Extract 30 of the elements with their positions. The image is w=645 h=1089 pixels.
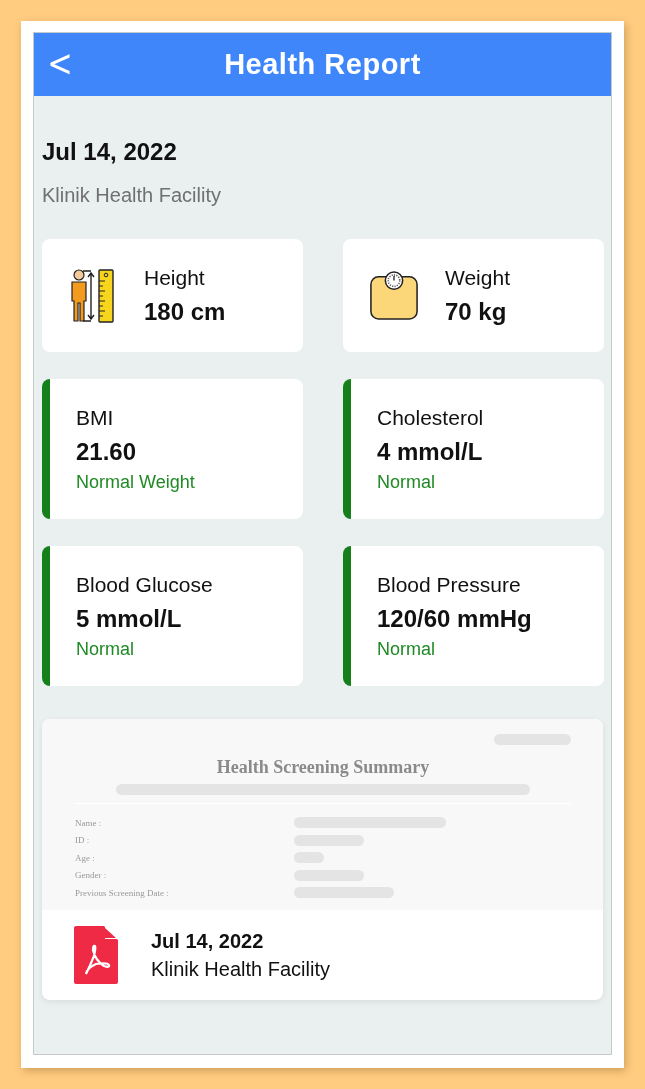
preview-field-label: Name : [75,817,103,828]
measurement-label: Weight [445,265,510,290]
scale-icon [369,268,419,323]
preview-field-label: Age : [75,852,96,863]
result-status: Normal [76,638,135,660]
document-card[interactable]: Health Screening Summary Name : ID : Age : Gender : Previous Screening Date : Jul 14, 2022 Klinik Health Facility [42,719,603,1000]
pdf-file-icon [74,926,118,984]
report-date: Jul 14, 2022 [42,138,178,166]
measurement-label: Height [144,265,206,290]
result-status: Normal Weight [76,471,195,493]
result-value: 5 mmol/L [76,604,183,633]
result-label: BMI [76,405,115,430]
screen-title: Health Report [224,48,421,81]
measurement-value: 70 kg [445,297,508,326]
preview-field-label: Gender : [75,870,108,881]
result-value: 4 mmol/L [377,437,484,466]
document-date: Jul 14, 2022 [151,929,265,953]
preview-field-label: ID : [75,835,91,846]
document-facility: Klinik Health Facility [151,957,330,981]
facility-name: Klinik Health Facility [42,184,222,207]
result-label: Blood Pressure [377,572,522,597]
result-value: 21.60 [76,437,138,466]
preview-field-label: Previous Screening Date : [75,887,170,898]
preview-title: Health Screening Summary [215,757,431,778]
measurement-value: 180 cm [144,297,226,326]
result-value: 120/60 mmHg [377,604,532,633]
result-status: Normal [377,471,436,493]
result-label: Cholesterol [377,405,484,430]
result-status: Normal [377,638,436,660]
result-label: Blood Glucose [76,572,213,597]
